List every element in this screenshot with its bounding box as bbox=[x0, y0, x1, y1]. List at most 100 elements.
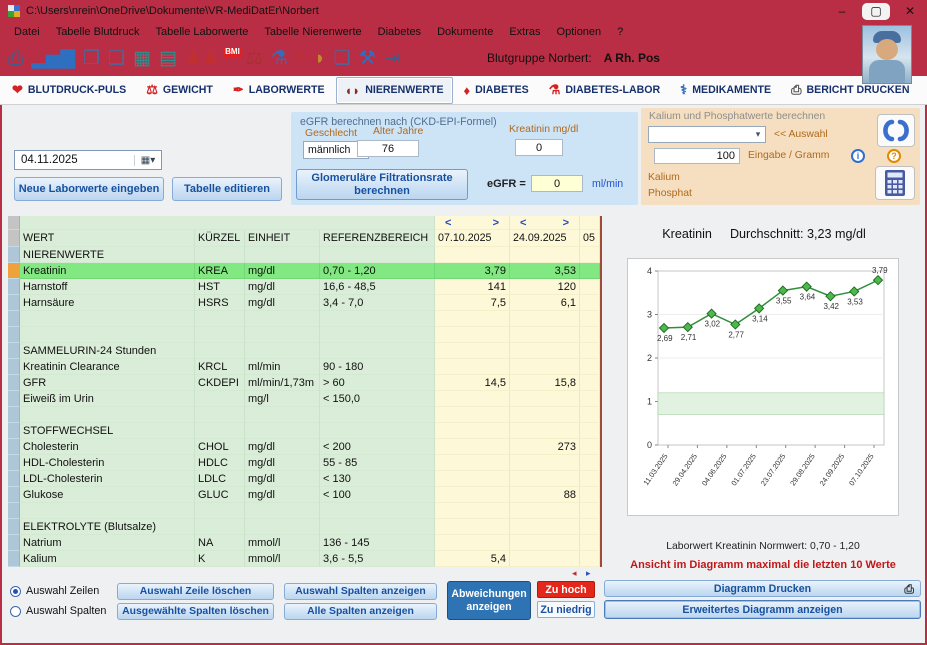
menu-item-extras[interactable]: Extras bbox=[501, 22, 548, 42]
table-empty-row[interactable] bbox=[8, 503, 600, 519]
date-picker[interactable]: 04.11.2025 ▦▾ bbox=[14, 150, 162, 170]
new-lab-values-button[interactable]: Neue Laborwerte eingeben bbox=[14, 177, 164, 201]
tab-gewicht[interactable]: ⚖GEWICHT bbox=[137, 77, 222, 104]
radio-select-rows[interactable]: Auswahl Zeilen bbox=[10, 585, 99, 597]
show-all-columns-button[interactable]: Alle Spalten anzeigen bbox=[284, 603, 437, 620]
tools-icon[interactable]: ⚒ bbox=[359, 46, 376, 72]
menu-item-diabetes[interactable]: Diabetes bbox=[370, 22, 429, 42]
table-row[interactable]: Kreatinin ClearanceKRCLml/min90 - 180 bbox=[8, 359, 600, 375]
calendar-dropdown-icon[interactable]: ▦▾ bbox=[134, 155, 161, 166]
tab-laborwerte[interactable]: ✒LABORWERTE bbox=[224, 77, 334, 104]
calculator-button[interactable] bbox=[875, 166, 915, 200]
lab-flask-icon[interactable]: ⚗ bbox=[271, 46, 288, 72]
extended-chart-button[interactable]: Erweitertes Diagramm anzeigen bbox=[604, 600, 921, 619]
creatinine-input[interactable]: 0 bbox=[515, 139, 563, 156]
tab-nierenwerte[interactable]: ◖◗NIERENWERTE bbox=[336, 77, 453, 104]
column-scroll-left-button[interactable]: < bbox=[520, 216, 526, 229]
bmi-scale-icon[interactable]: ⚖ bbox=[246, 46, 263, 72]
column-header-05[interactable]: 05 bbox=[580, 230, 600, 247]
document-icon[interactable]: ❏ bbox=[108, 46, 125, 72]
svg-text:23.07.2025: 23.07.2025 bbox=[759, 452, 788, 487]
age-input[interactable]: 76 bbox=[357, 140, 419, 157]
show-selected-columns-button[interactable]: Auswahl Spalten anzeigen bbox=[284, 583, 437, 600]
table-row[interactable]: CholesterinCHOLmg/dl< 200273 bbox=[8, 439, 600, 455]
table-row[interactable]: HDL-CholesterinHDLCmg/dl55 - 85 bbox=[8, 455, 600, 471]
table-row[interactable]: GFRCKDEPIml/min/1,73m> 6014,515,8 bbox=[8, 375, 600, 391]
tab-medikamente[interactable]: ⚕MEDIKAMENTE bbox=[671, 77, 780, 104]
printer-icon[interactable]: ⎙ bbox=[8, 46, 23, 72]
radio-select-columns[interactable]: Auswahl Spalten bbox=[10, 605, 106, 617]
table-empty-row[interactable] bbox=[8, 407, 600, 423]
menu-item-tabelle-nierenwerte[interactable]: Tabelle Nierenwerte bbox=[256, 22, 369, 42]
help-icon[interactable]: ? bbox=[887, 149, 901, 163]
column-header-24-09-2025[interactable]: 24.09.2025 bbox=[510, 230, 580, 247]
table-scroll-right-button[interactable]: ▸ bbox=[586, 569, 591, 578]
column-scroll-right-button[interactable]: > bbox=[493, 216, 499, 229]
table-section-row[interactable]: SAMMELURIN-24 Stunden bbox=[8, 343, 600, 359]
tab-diabetes-labor[interactable]: ⚗DIABETES-LABOR bbox=[540, 77, 669, 104]
table-row[interactable]: LDL-CholesterinLDLCmg/dl< 130 bbox=[8, 471, 600, 487]
minimize-button[interactable]: – bbox=[825, 0, 859, 22]
table-row[interactable]: HarnstoffHSTmg/dl16,6 - 48,5141120 bbox=[8, 279, 600, 295]
svg-text:24.09.2025: 24.09.2025 bbox=[818, 452, 847, 487]
column-header-referenzbereich[interactable]: REFERENZBEREICH bbox=[320, 230, 435, 247]
table-section-row[interactable]: STOFFWECHSEL bbox=[8, 423, 600, 439]
copy-pages-icon[interactable]: ❑ bbox=[334, 46, 351, 72]
calendar-table-icon[interactable]: ▦ bbox=[133, 46, 151, 72]
table-row[interactable]: HarnsäureHSRSmg/dl3,4 - 7,07,56,1 bbox=[8, 295, 600, 311]
column-header-kürzel[interactable]: KÜRZEL bbox=[195, 230, 245, 247]
calendar-grid-icon[interactable]: ▤ bbox=[159, 46, 177, 72]
tab-blutdruck-puls[interactable]: ❤BLUTDRUCK-PULS bbox=[3, 77, 135, 104]
delete-selected-row-button[interactable]: Auswahl Zeile löschen bbox=[117, 583, 274, 600]
syringe-icon[interactable]: ⚕ bbox=[296, 46, 306, 72]
menu-item-tabelle-laborwerte[interactable]: Tabelle Laborwerte bbox=[147, 22, 256, 42]
blood-drop-icon: ♦ bbox=[464, 83, 471, 98]
table-row[interactable]: NatriumNAmmol/l136 - 145 bbox=[8, 535, 600, 551]
menu-item-tabelle-blutdruck[interactable]: Tabelle Blutdruck bbox=[48, 22, 148, 42]
profile-photo bbox=[862, 25, 912, 84]
table-row[interactable]: GlukoseGLUCmg/dl< 10088 bbox=[8, 487, 600, 503]
show-deviations-button[interactable]: Abweichungen anzeigen bbox=[447, 581, 531, 620]
table-empty-row[interactable] bbox=[8, 327, 600, 343]
delete-selected-columns-button[interactable]: Ausgewählte Spalten löschen bbox=[117, 603, 274, 620]
creatinine-line-chart: 012342,692,713,022,773,143,553,643,423,5… bbox=[628, 259, 898, 515]
column-header-07-10-2025[interactable]: 07.10.2025 bbox=[435, 230, 510, 247]
kidney-button[interactable] bbox=[877, 114, 915, 147]
documents-icon[interactable]: ❐ bbox=[83, 46, 100, 72]
diabetes-lab-icon: ⚗ bbox=[549, 82, 561, 98]
table-row[interactable]: Eiweiß im Urinmg/l< 150,0 bbox=[8, 391, 600, 407]
print-chart-button[interactable]: Diagramm Drucken ⎙ bbox=[604, 580, 921, 597]
bar-chart-icon[interactable]: ▂▅▇ bbox=[31, 46, 75, 72]
calculate-gfr-button[interactable]: Glomeruläre Filtrationsrate berechnen bbox=[296, 169, 468, 200]
edit-table-button[interactable]: Tabelle editieren bbox=[172, 177, 282, 201]
bmi-badge[interactable]: BMI bbox=[223, 47, 242, 57]
egfr-result-input[interactable]: 0 bbox=[531, 175, 583, 192]
column-scroll-right-button[interactable]: > bbox=[563, 216, 569, 229]
table-section-row[interactable]: NIERENWERTE bbox=[8, 247, 600, 263]
table-row[interactable]: KreatininKREAmg/dl0,70 - 1,203,793,53 bbox=[8, 263, 600, 279]
table-scroll-left-button[interactable]: ◂ bbox=[572, 569, 577, 578]
menu-item-dokumente[interactable]: Dokumente bbox=[429, 22, 501, 42]
grams-input[interactable]: 100 bbox=[654, 148, 740, 164]
column-header-einheit[interactable]: EINHEIT bbox=[245, 230, 320, 247]
table-section-row[interactable]: ELEKTROLYTE (Blutsalze) bbox=[8, 519, 600, 535]
bread-icon[interactable]: ◗ bbox=[314, 46, 325, 72]
food-select[interactable]: ▾ bbox=[648, 126, 766, 143]
kidneys-icon: ◖◗ bbox=[345, 83, 361, 98]
menu-item-datei[interactable]: Datei bbox=[6, 22, 48, 42]
table-row[interactable]: KaliumKmmol/l3,6 - 5,55,4 bbox=[8, 551, 600, 567]
info-icon[interactable]: i bbox=[851, 149, 865, 163]
table-empty-row[interactable] bbox=[8, 311, 600, 327]
too-low-button[interactable]: Zu niedrig bbox=[537, 601, 595, 618]
column-scroll-left-button[interactable]: < bbox=[445, 216, 451, 229]
exit-icon[interactable]: ⇥ bbox=[384, 46, 400, 72]
maximize-button[interactable]: ▢ bbox=[862, 3, 890, 20]
menu-item-optionen[interactable]: Optionen bbox=[549, 22, 610, 42]
svg-text:3,53: 3,53 bbox=[847, 297, 863, 306]
close-button[interactable]: ✕ bbox=[893, 0, 927, 22]
too-high-button[interactable]: Zu hoch bbox=[537, 581, 595, 598]
menu-item-help[interactable]: ? bbox=[609, 22, 631, 42]
tab-diabetes[interactable]: ♦DIABETES bbox=[455, 77, 538, 104]
column-header-wert[interactable]: WERT bbox=[20, 230, 195, 247]
patients-icon[interactable]: ♟♟ bbox=[185, 46, 219, 72]
